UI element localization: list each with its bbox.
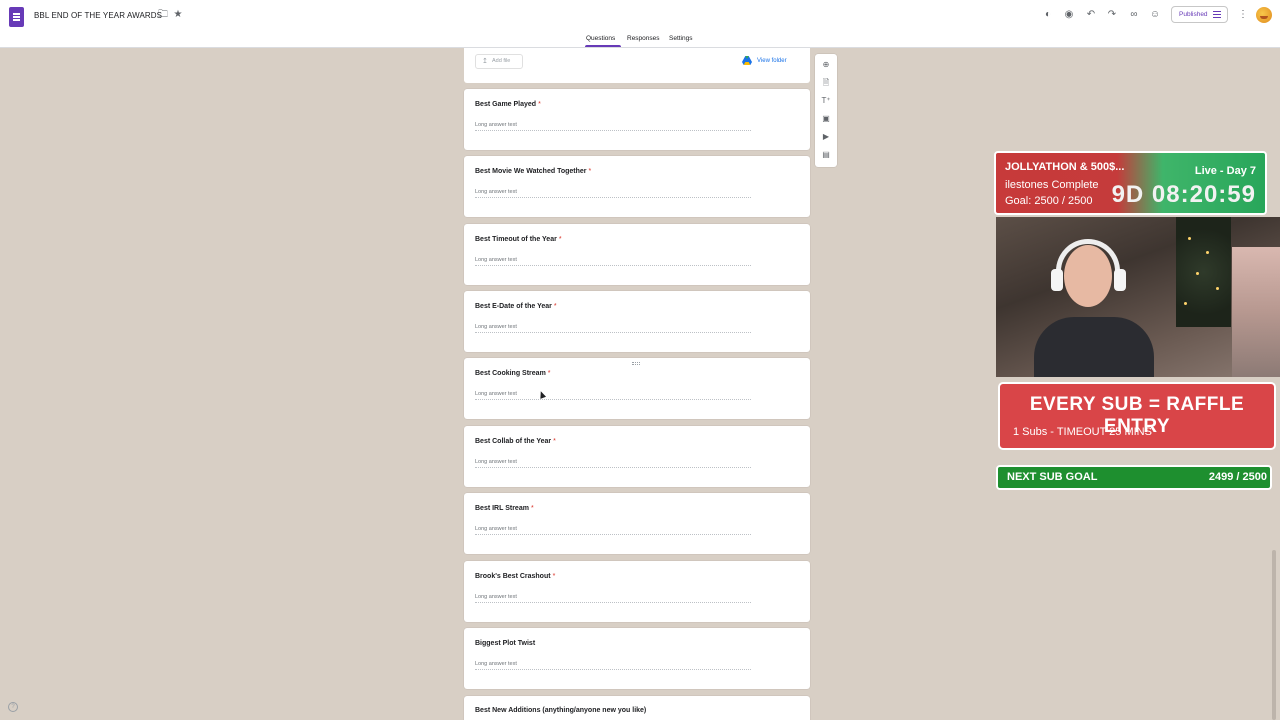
add-video-icon[interactable]: ▶ (820, 131, 832, 143)
raffle-overlay: EVERY SUB = RAFFLE ENTRY 1 Subs - TIMEOU… (998, 382, 1276, 450)
required-marker: * (530, 505, 534, 512)
required-marker: * (558, 236, 562, 243)
answer-placeholder: Long answer text (475, 594, 517, 600)
question-card[interactable]: Best Timeout of the Year * Long answer te… (464, 224, 810, 285)
app-header: BBL END OF THE YEAR AWARDS 🗀 ★ ◐ ◉ ↶ ↷ ∞… (0, 0, 1280, 48)
answer-placeholder: Long answer text (475, 324, 517, 330)
goal-text: Goal: 2500 / 2500 (1005, 195, 1093, 207)
question-card[interactable]: Best E-Date of the Year * Long answer tex… (464, 291, 810, 352)
undo-icon[interactable]: ↶ (1084, 8, 1098, 22)
sub-goal-label: NEXT SUB GOAL (1007, 471, 1098, 483)
published-label: Published (1179, 11, 1208, 18)
upload-icon: ↥ (482, 58, 488, 65)
published-button[interactable]: Published (1171, 6, 1228, 23)
answer-placeholder: Long answer text (475, 257, 517, 263)
question-card[interactable]: Brook's Best Crashout * Long answer text (464, 561, 810, 622)
question-card[interactable]: Biggest Plot Twist Long answer text (464, 628, 810, 689)
add-file-button[interactable]: ↥ Add file (475, 54, 523, 69)
sub-goal-overlay: NEXT SUB GOAL 2499 / 2500 (996, 465, 1272, 490)
question-title: Best Movie We Watched Together * (475, 168, 592, 175)
milestones-text: ilestones Complete (1005, 179, 1099, 191)
tab-questions[interactable]: Questions (586, 35, 615, 42)
form-tabs: Questions Responses Settings (0, 33, 1280, 48)
answer-placeholder: Long answer text (475, 189, 517, 195)
help-icon[interactable]: ? (8, 702, 18, 712)
question-card[interactable]: Best Game Played * Long answer text (464, 89, 810, 150)
answer-line (475, 602, 751, 603)
webcam-feed (996, 217, 1280, 377)
document-title[interactable]: BBL END OF THE YEAR AWARDS (34, 11, 162, 20)
answer-placeholder: Long answer text (475, 391, 517, 397)
question-card[interactable]: Best Cooking Stream * Long answer text (464, 358, 810, 419)
question-title: Best Cooking Stream * (475, 370, 551, 377)
account-avatar[interactable] (1256, 7, 1272, 23)
required-marker: * (552, 573, 556, 580)
question-card[interactable]: Best New Additions (anything/anyone new … (464, 696, 810, 720)
publish-settings-icon (1213, 11, 1221, 18)
star-icon[interactable]: ★ (172, 9, 184, 21)
add-title-icon[interactable]: T⁺ (820, 95, 832, 107)
answer-line (475, 467, 751, 468)
active-tab-indicator (585, 45, 621, 47)
background-shelf (1232, 247, 1280, 377)
question-title: Best Timeout of the Year * (475, 236, 562, 243)
add-collaborator-icon[interactable]: ☺ (1148, 8, 1162, 22)
page-scrollbar[interactable] (1272, 550, 1276, 720)
question-title: Biggest Plot Twist (475, 640, 536, 647)
add-section-icon[interactable]: ▤ (820, 149, 832, 161)
answer-line (475, 399, 751, 400)
add-image-icon[interactable]: ▣ (820, 113, 832, 125)
question-card[interactable]: Best Movie We Watched Together * Long ans… (464, 156, 810, 217)
answer-line (475, 130, 751, 131)
question-title: Best E-Date of the Year * (475, 303, 557, 310)
link-icon[interactable]: ∞ (1127, 8, 1141, 22)
question-title: Best Collab of the Year * (475, 438, 556, 445)
answer-placeholder: Long answer text (475, 459, 517, 465)
add-question-icon[interactable]: ⊕ (820, 59, 832, 71)
required-marker: * (538, 101, 541, 108)
answer-line (475, 332, 751, 333)
headphones-icon (1056, 239, 1120, 289)
subathon-timer-overlay: JOLLYATHON & 500$... ilestones Complete … (994, 151, 1267, 215)
event-name: JOLLYATHON & 500$... (1005, 161, 1125, 173)
redo-icon[interactable]: ↷ (1105, 8, 1119, 22)
question-card[interactable]: Best Collab of the Year * Long answer tex… (464, 426, 810, 487)
palette-icon[interactable]: ◐ (1041, 8, 1055, 22)
tab-responses[interactable]: Responses (627, 35, 660, 42)
required-marker: * (588, 168, 592, 175)
file-upload-card: ↥ Add file View folder (464, 48, 810, 83)
question-title: Brook's Best Crashout * (475, 573, 556, 580)
required-marker: * (553, 303, 557, 310)
google-drive-icon (742, 56, 752, 65)
folder-icon[interactable]: 🗀 (157, 9, 169, 21)
question-title: Best Game Played * (475, 101, 541, 108)
answer-line (475, 534, 751, 535)
view-folder-link[interactable]: View folder (757, 58, 787, 64)
question-title: Best New Additions (anything/anyone new … (475, 707, 647, 714)
add-file-label: Add file (492, 58, 511, 64)
answer-line (475, 265, 751, 266)
forms-logo-icon[interactable] (9, 7, 24, 27)
sub-goal-value: 2499 / 2500 (1208, 471, 1267, 483)
answer-line (475, 669, 751, 670)
tab-settings[interactable]: Settings (669, 35, 693, 42)
answer-placeholder: Long answer text (475, 661, 517, 667)
import-questions-icon[interactable]: 🗎 (820, 77, 832, 89)
answer-placeholder: Long answer text (475, 526, 517, 532)
live-day-label: Live - Day 7 (1194, 165, 1256, 177)
christmas-tree (1176, 217, 1231, 327)
answer-line (475, 197, 751, 198)
drag-handle-icon[interactable] (632, 362, 640, 365)
raffle-subtitle: 1 Subs - TIMEOUT 25 MINS (1013, 426, 1152, 438)
required-marker: * (553, 438, 556, 445)
answer-placeholder: Long answer text (475, 122, 517, 128)
streamer (1034, 239, 1154, 377)
question-toolbar: ⊕ 🗎 T⁺ ▣ ▶ ▤ (815, 54, 837, 167)
countdown-timer: 9D 08:20:59 (1111, 181, 1256, 208)
question-title: Best IRL Stream * (475, 505, 534, 512)
question-card[interactable]: Best IRL Stream * Long answer text (464, 493, 810, 554)
required-marker: * (547, 370, 551, 377)
more-options-icon[interactable]: ⋮ (1236, 8, 1250, 22)
preview-eye-icon[interactable]: ◉ (1062, 8, 1076, 22)
